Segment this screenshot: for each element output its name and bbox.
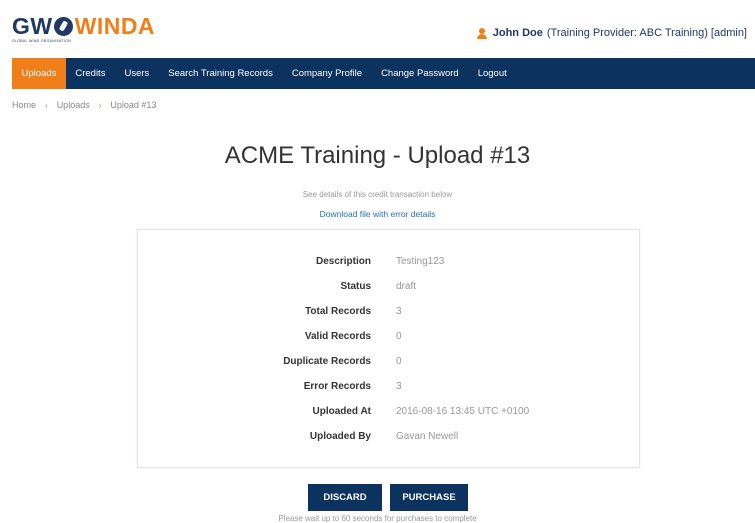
user-info: John Doe (Training Provider: ABC Trainin… — [476, 27, 747, 39]
chevron-right-icon: › — [98, 100, 102, 110]
breadcrumb: Home › Uploads › Upload #13 — [12, 100, 156, 110]
page-title: ACME Training - Upload #13 — [224, 142, 531, 169]
detail-value: draft — [396, 281, 417, 292]
detail-row: Uploaded At 2016-08-16 13:45 UTC +0100 — [138, 404, 641, 420]
detail-label: Uploaded At — [312, 406, 371, 417]
detail-value: 2016-08-16 13:45 UTC +0100 — [396, 406, 530, 417]
user-icon — [476, 27, 487, 39]
nav-item-users[interactable]: Users — [115, 58, 159, 89]
nav-item-company-profile[interactable]: Company Profile — [282, 58, 371, 89]
detail-value: 3 — [396, 306, 402, 317]
detail-label: Valid Records — [304, 331, 371, 342]
chevron-right-icon: › — [45, 100, 48, 110]
detail-label: Uploaded By — [309, 431, 371, 442]
detail-value: 0 — [396, 331, 402, 342]
detail-value: 3 — [396, 381, 402, 392]
detail-label: Description — [315, 256, 371, 267]
breadcrumb-current: Upload #13 — [110, 100, 157, 110]
nav-item-logout[interactable]: Logout — [468, 58, 516, 89]
detail-row: Description Testing123 — [138, 254, 641, 270]
purchase-wait-note: Please wait up to 60 seconds for purchas… — [278, 514, 477, 523]
detail-label: Duplicate Records — [283, 356, 371, 367]
detail-row: Status draft — [138, 279, 641, 295]
page-subtitle: See details of this credit transaction b… — [302, 190, 453, 199]
breadcrumb-home[interactable]: Home — [12, 100, 36, 110]
detail-value: Testing123 — [396, 256, 445, 267]
detail-label: Status — [340, 281, 371, 292]
nav-item-change-password[interactable]: Change Password — [372, 58, 469, 89]
action-buttons: DISCARD PURCHASE — [308, 484, 468, 511]
header: GW WINDA GLOBAL WIND ORGANISATION John D… — [0, 0, 755, 56]
detail-row: Error Records 3 — [138, 379, 641, 395]
detail-label: Total Records — [305, 306, 371, 317]
detail-row: Valid Records 0 — [138, 329, 641, 345]
nav-item-uploads[interactable]: Uploads — [12, 58, 66, 89]
logo-text-winda: WINDA — [74, 13, 156, 39]
user-name: John Doe — [492, 27, 543, 39]
detail-value: Gavan Newell — [396, 431, 459, 442]
main-nav: Uploads Credits Users Search Training Re… — [12, 58, 755, 89]
detail-label: Error Records — [303, 381, 371, 392]
logo-text-gw: GW — [12, 13, 53, 39]
gwo-winda-logo[interactable]: GW WINDA GLOBAL WIND ORGANISATION — [12, 14, 155, 50]
purchase-button[interactable]: PURCHASE — [390, 484, 468, 511]
detail-row: Total Records 3 — [138, 304, 641, 320]
detail-value: 0 — [396, 356, 402, 367]
download-error-file-link[interactable]: Download file with error details — [0, 209, 755, 219]
globe-icon — [53, 16, 73, 36]
detail-row: Uploaded By Gavan Newell — [138, 429, 641, 445]
detail-row: Duplicate Records 0 — [138, 354, 641, 370]
breadcrumb-uploads[interactable]: Uploads — [57, 100, 90, 110]
discard-button[interactable]: DISCARD — [308, 484, 382, 511]
logo-subtitle: GLOBAL WIND ORGANISATION — [12, 39, 71, 43]
upload-details-panel: Description Testing123 Status draft Tota… — [137, 229, 640, 468]
nav-item-search-training-records[interactable]: Search Training Records — [159, 58, 283, 89]
user-role: (Training Provider: ABC Training) [admin… — [546, 27, 747, 39]
nav-item-credits[interactable]: Credits — [66, 58, 115, 89]
